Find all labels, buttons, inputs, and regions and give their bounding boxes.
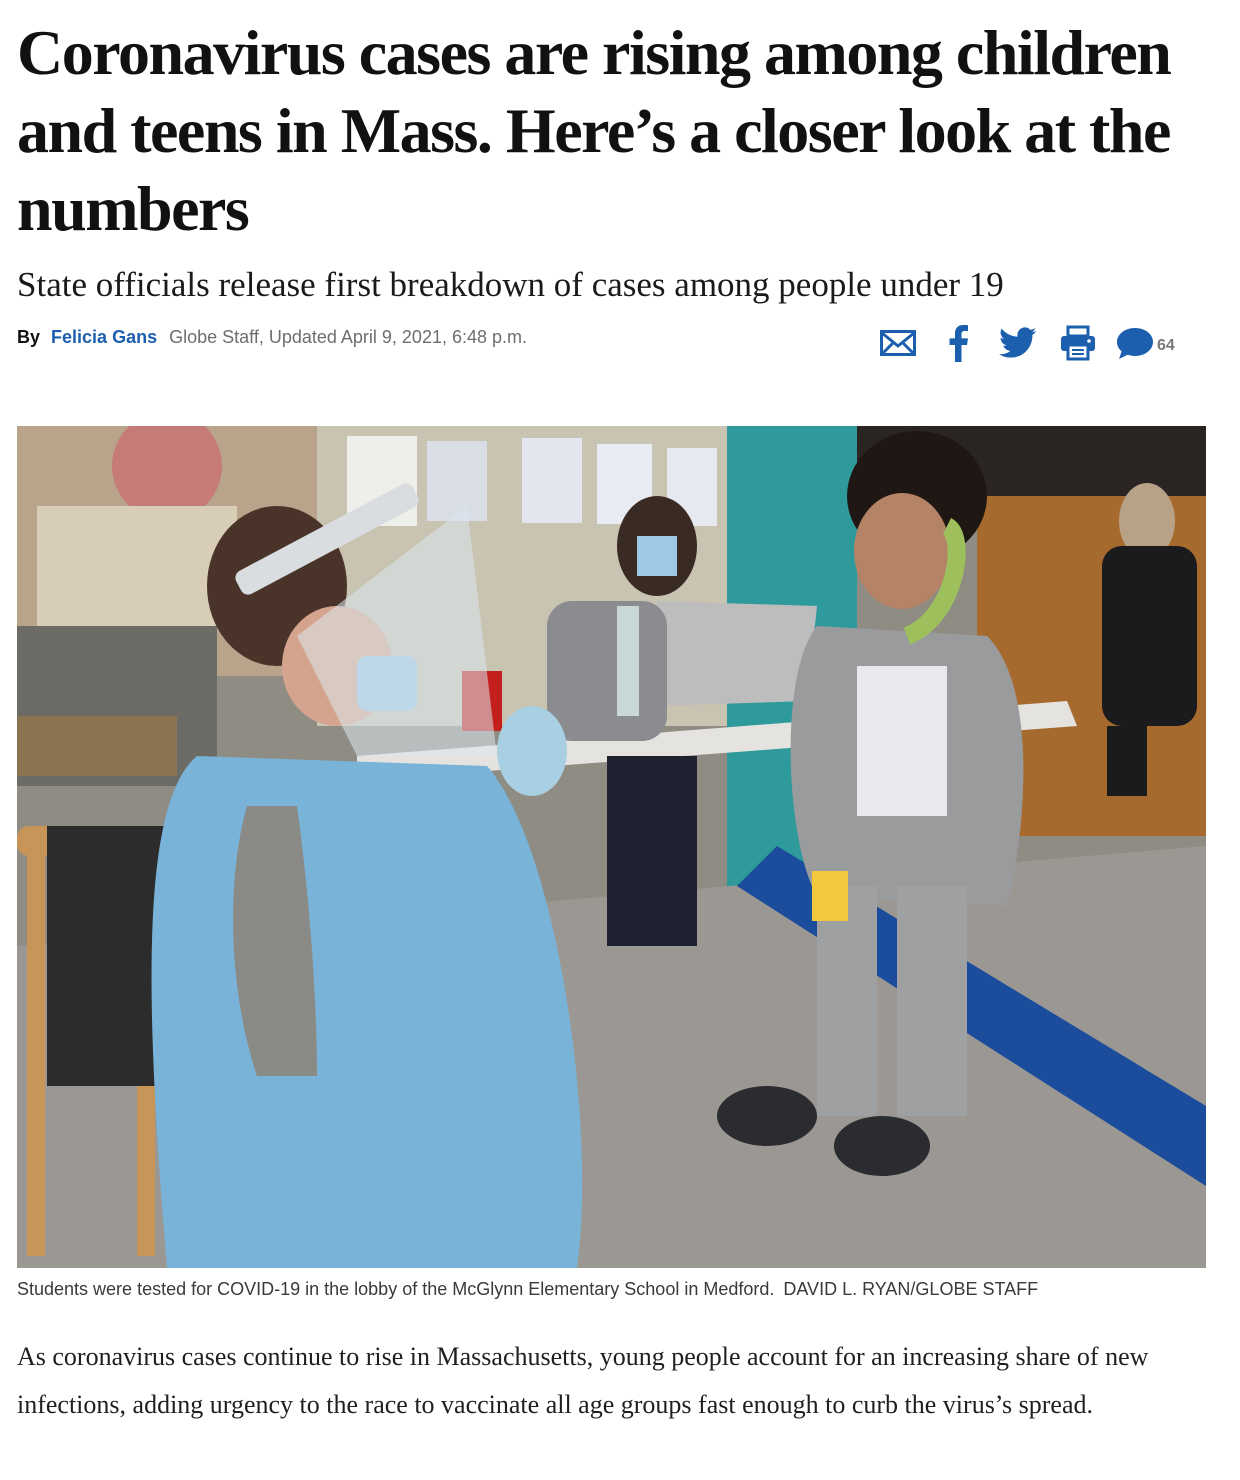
article-photo	[17, 426, 1206, 1268]
article-headline: Coronavirus cases are rising among child…	[17, 17, 1172, 244]
print-button[interactable]	[1056, 322, 1100, 364]
print-icon	[1061, 325, 1095, 361]
twitter-icon	[999, 327, 1037, 358]
article-subheadline: State officials release first breakdown …	[17, 265, 1004, 304]
comment-count: 64	[1157, 337, 1175, 354]
photo-caption: Students were tested for COVID-19 in the…	[17, 1276, 1217, 1302]
photo-credit: DAVID L. RYAN/GLOBE STAFF	[783, 1279, 1039, 1299]
facebook-share-button[interactable]	[936, 322, 980, 364]
caption-text: Students were tested for COVID-19 in the…	[17, 1279, 775, 1299]
comments-button[interactable]: 64	[1116, 322, 1175, 364]
author-link[interactable]: Felicia Gans	[51, 327, 157, 347]
comment-icon	[1117, 328, 1153, 359]
share-toolbar: 64	[876, 322, 1175, 364]
article-paragraph: As coronavirus cases continue to rise in…	[17, 1342, 1149, 1419]
email-share-button[interactable]	[876, 322, 920, 364]
byline-prefix: By	[17, 327, 41, 347]
twitter-share-button[interactable]	[996, 322, 1040, 364]
byline: By Felicia Gans Globe Staff, Updated Apr…	[17, 322, 527, 352]
email-icon	[880, 330, 916, 356]
photo-illustration	[17, 426, 1206, 1268]
facebook-icon	[949, 325, 968, 362]
byline-meta: Globe Staff, Updated April 9, 2021, 6:48…	[169, 327, 528, 347]
